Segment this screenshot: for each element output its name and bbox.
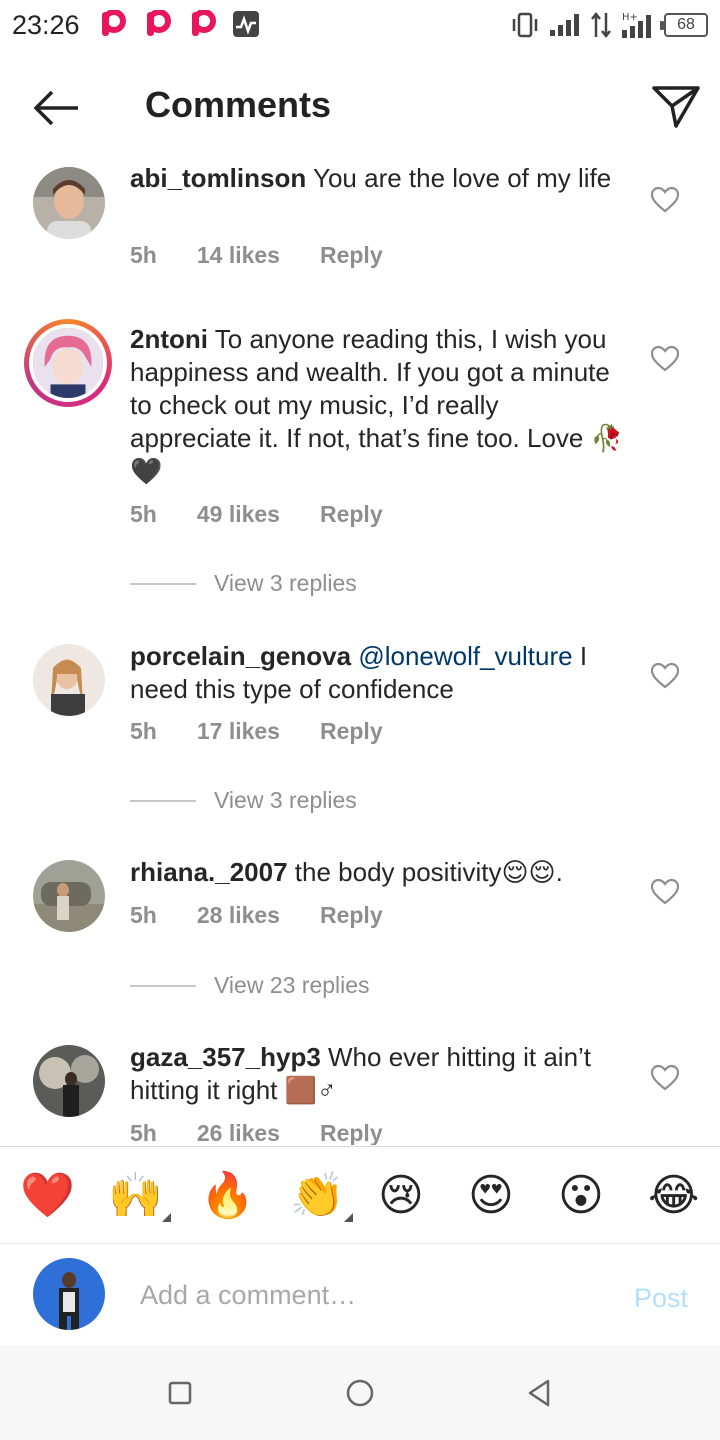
back-icon[interactable] (522, 1375, 558, 1411)
comment-time: 5h (130, 902, 157, 928)
heart-icon[interactable] (650, 662, 680, 690)
activity-icon (233, 11, 259, 37)
red-heart-emoji[interactable]: ❤️ (20, 1171, 75, 1221)
view-replies-label: View 3 replies (214, 570, 357, 596)
avatar[interactable] (33, 644, 105, 716)
comment-username[interactable]: gaza_357_hyp3 (130, 1042, 321, 1072)
tears-of-joy-emoji[interactable]: 😂 (648, 1171, 699, 1221)
heart-icon[interactable] (650, 186, 680, 214)
comment-username[interactable]: 2ntoni (130, 324, 208, 354)
comment-username[interactable]: rhiana._2007 (130, 857, 288, 887)
heart-eyes-emoji[interactable]: 😍 (468, 1171, 514, 1221)
reply-button[interactable]: Reply (320, 902, 383, 929)
surprised-face-emoji[interactable]: 😮 (558, 1171, 604, 1221)
comment-text: gaza_357_hyp3 Who ever hitting it ain’t … (130, 1041, 630, 1107)
skin-tone-indicator (344, 1213, 353, 1222)
skin-tone-indicator (162, 1213, 171, 1222)
comment-mention[interactable]: @lonewolf_vulture (358, 641, 572, 671)
signal-icon (550, 14, 579, 36)
comment-meta: 5h 17 likes Reply (130, 718, 383, 745)
comment-likes[interactable]: 49 likes (197, 501, 280, 528)
comment-time: 5h (130, 1120, 157, 1145)
heart-icon[interactable] (650, 345, 680, 373)
comment-likes[interactable]: 26 likes (197, 1120, 280, 1145)
p-app-icon (192, 10, 216, 36)
comment-composer: Post (0, 1245, 720, 1345)
comment-text: abi_tomlinson You are the love of my lif… (130, 162, 630, 195)
comment-likes[interactable]: 17 likes (197, 718, 280, 745)
reply-button[interactable]: Reply (320, 1120, 383, 1145)
comment-content: the body positivity😌😌. (287, 857, 563, 887)
reply-button[interactable]: Reply (320, 718, 383, 745)
avatar[interactable] (33, 860, 105, 932)
svg-text:H+: H+ (622, 12, 638, 23)
view-replies-button[interactable]: View 23 replies (130, 972, 370, 999)
comment-time: 5h (130, 242, 157, 268)
comment-username[interactable]: abi_tomlinson (130, 163, 306, 193)
comment-content: You are the love of my life (306, 163, 612, 193)
avatar[interactable] (33, 167, 105, 239)
raising-hands-emoji[interactable]: 🙌 (108, 1171, 163, 1221)
back-arrow-icon[interactable] (28, 84, 84, 132)
status-icons: H+ 68 (510, 10, 708, 40)
reply-button[interactable]: Reply (320, 501, 383, 528)
divider (130, 799, 196, 802)
battery-icon: 68 (660, 13, 708, 37)
send-icon[interactable] (648, 80, 704, 132)
crying-face-emoji[interactable]: 😢 (378, 1171, 424, 1221)
reply-button[interactable]: Reply (320, 242, 383, 269)
avatar-story-ring[interactable] (24, 319, 112, 407)
comment-text: 2ntoni To anyone reading this, I wish yo… (130, 323, 625, 488)
p-app-icon (147, 10, 171, 36)
page-title: Comments (145, 84, 332, 125)
hplus-signal-icon: H+ (622, 12, 651, 38)
recent-apps-icon[interactable] (162, 1375, 198, 1411)
status-bar: 23:26 H+ 68 (0, 0, 720, 52)
avatar[interactable] (33, 1045, 105, 1117)
comment-input[interactable] (140, 1273, 600, 1317)
divider (130, 582, 196, 585)
comment-time: 5h (130, 501, 157, 527)
heart-icon[interactable] (650, 878, 680, 906)
fire-emoji[interactable]: 🔥 (200, 1171, 255, 1221)
comment-text: porcelain_genova @lonewolf_vulture I nee… (130, 640, 630, 706)
comment-meta: 5h 14 likes Reply (130, 242, 383, 269)
system-nav-bar (0, 1345, 720, 1440)
comment-time: 5h (130, 718, 157, 744)
post-button[interactable]: Post (634, 1283, 688, 1314)
comment-list[interactable]: abi_tomlinson You are the love of my lif… (0, 150, 720, 1145)
comment-likes[interactable]: 28 likes (197, 902, 280, 929)
view-replies-button[interactable]: View 3 replies (130, 570, 357, 597)
comment-meta: 5h 28 likes Reply (130, 902, 383, 929)
home-icon[interactable] (342, 1375, 378, 1411)
vibrate-icon (512, 12, 538, 38)
divider (130, 984, 196, 987)
comment-meta: 5h 26 likes Reply (130, 1120, 383, 1145)
quick-reactions-bar: ❤️ 🙌 🔥 👏 😢 😍 😮 😂 (0, 1146, 720, 1244)
p-app-icon (102, 10, 126, 36)
view-replies-label: View 23 replies (214, 972, 370, 998)
header: Comments (0, 62, 720, 152)
view-replies-button[interactable]: View 3 replies (130, 787, 357, 814)
comment-text: rhiana._2007 the body positivity😌😌. (130, 856, 630, 889)
current-user-avatar (33, 1258, 105, 1330)
status-time: 23:26 (12, 10, 80, 40)
heart-icon[interactable] (650, 1064, 680, 1092)
comment-username[interactable]: porcelain_genova (130, 641, 351, 671)
comment-meta: 5h 49 likes Reply (130, 501, 383, 528)
data-arrows-icon (591, 11, 611, 39)
view-replies-label: View 3 replies (214, 787, 357, 813)
comment-likes[interactable]: 14 likes (197, 242, 280, 269)
clapping-hands-emoji[interactable]: 👏 (290, 1171, 345, 1221)
